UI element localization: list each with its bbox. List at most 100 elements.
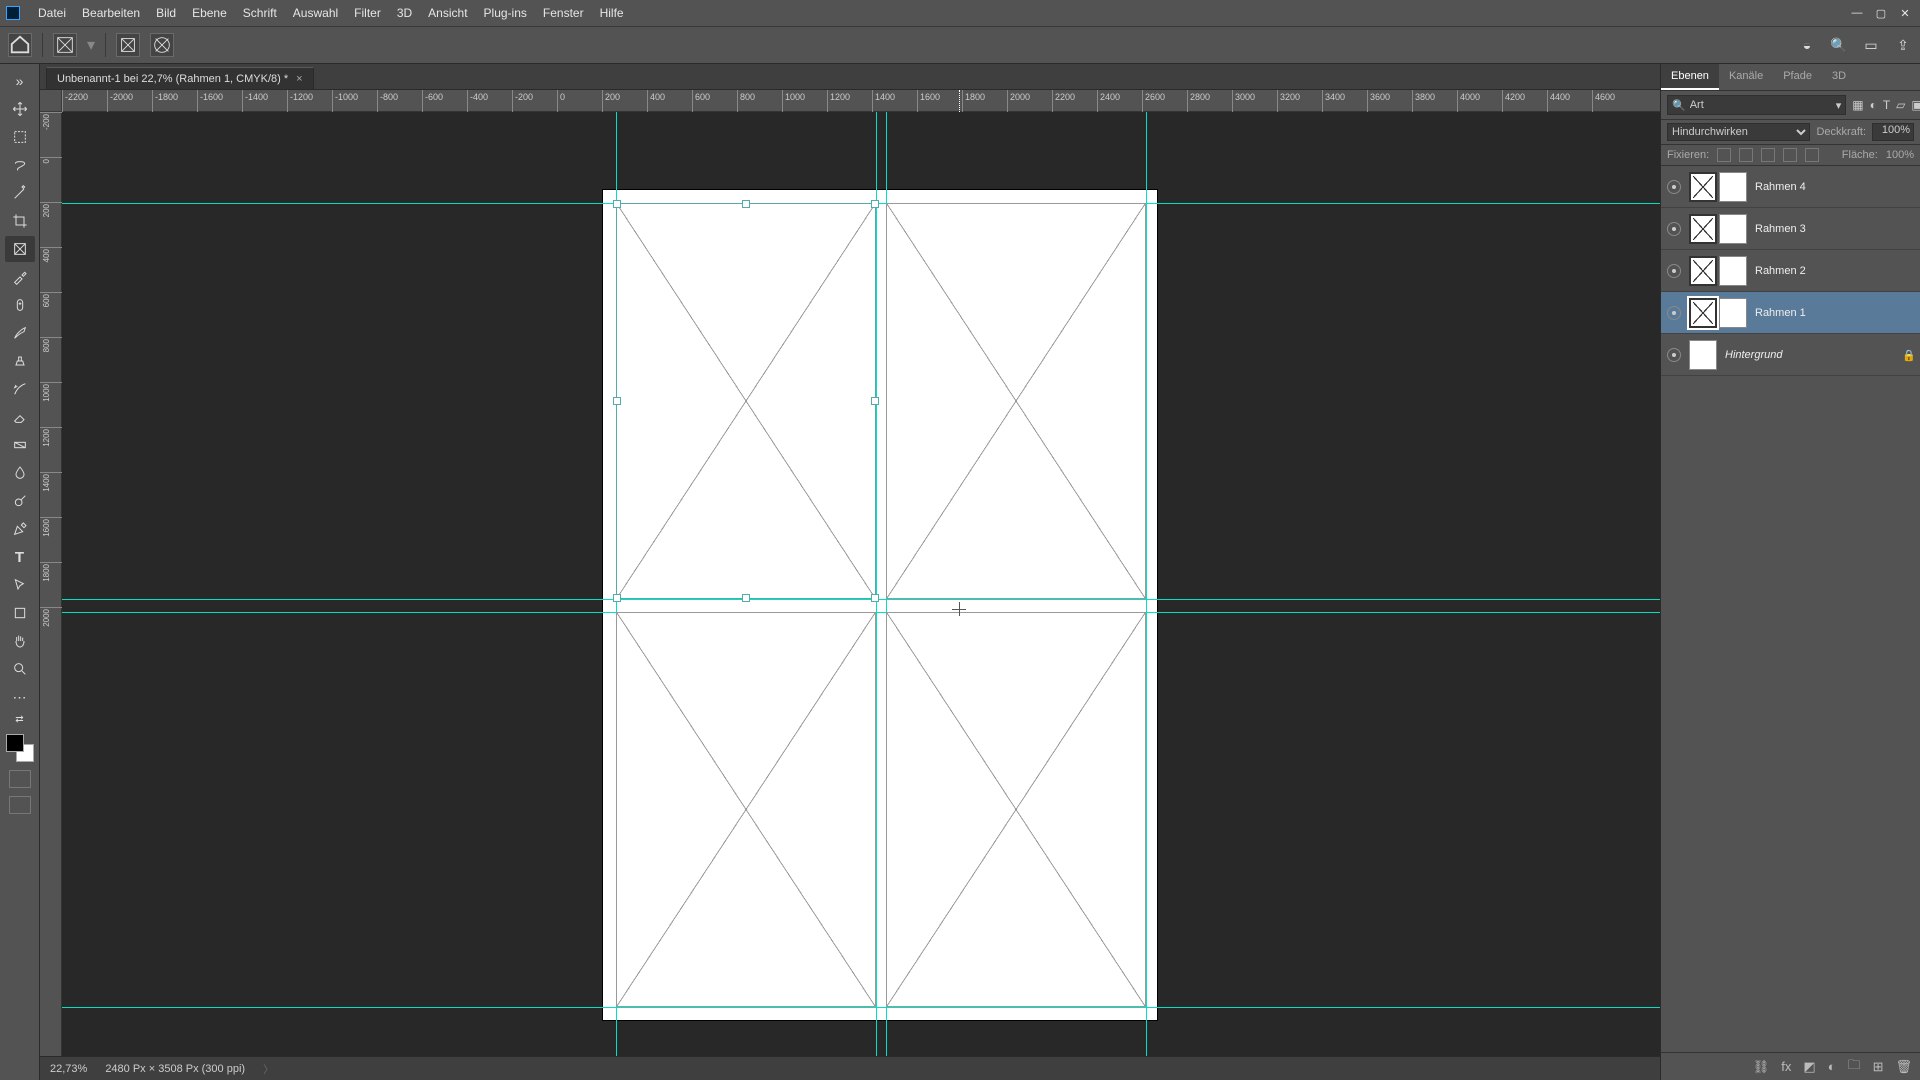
- layer-content-thumb[interactable]: [1719, 256, 1747, 286]
- lock-all-icon[interactable]: [1805, 148, 1819, 162]
- blend-mode-select[interactable]: Hindurchwirken: [1667, 123, 1810, 141]
- document-tab[interactable]: Unbenannt-1 bei 22,7% (Rahmen 1, CMYK/8)…: [46, 67, 314, 89]
- layer-row[interactable]: Rahmen 1: [1661, 292, 1920, 334]
- share-icon[interactable]: ⇪: [1894, 36, 1912, 54]
- viewport[interactable]: [62, 112, 1660, 1056]
- status-doc-info[interactable]: 2480 Px × 3508 Px (300 ppi): [105, 1063, 245, 1075]
- layer-name[interactable]: Rahmen 4: [1755, 181, 1914, 193]
- collapse-tools-icon[interactable]: »: [5, 68, 35, 94]
- foreground-background-colors[interactable]: [6, 734, 34, 762]
- guide-vertical[interactable]: [1146, 112, 1147, 1056]
- home-button[interactable]: [8, 33, 32, 57]
- panel-tab-pfade[interactable]: Pfade: [1773, 64, 1822, 90]
- vertical-ruler[interactable]: -200020040060080010001200140016001800200…: [40, 112, 62, 1056]
- menu-hilfe[interactable]: Hilfe: [592, 0, 632, 26]
- selection-handle[interactable]: [871, 594, 879, 602]
- layer-visibility-toggle[interactable]: [1667, 222, 1681, 236]
- layer-frame-thumb[interactable]: [1689, 256, 1717, 286]
- eyedropper-tool[interactable]: [5, 264, 35, 290]
- layer-frame-thumb[interactable]: [1689, 172, 1717, 202]
- status-more-icon[interactable]: 〉: [263, 1061, 274, 1077]
- opacity-value[interactable]: 100%: [1872, 123, 1914, 141]
- layer-group-icon[interactable]: 🗀: [1848, 1056, 1861, 1078]
- new-layer-icon[interactable]: ⊞: [1873, 1059, 1884, 1075]
- layer-content-thumb[interactable]: [1719, 172, 1747, 202]
- frame-ellipse-icon[interactable]: [150, 33, 174, 57]
- clone-stamp-tool[interactable]: [5, 348, 35, 374]
- guide-horizontal[interactable]: [62, 599, 1660, 600]
- gradient-tool[interactable]: [5, 432, 35, 458]
- layer-filter-dropdown[interactable]: 🔍 ▾: [1667, 95, 1846, 115]
- menu-filter[interactable]: Filter: [346, 0, 389, 26]
- layer-row[interactable]: Rahmen 4: [1661, 166, 1920, 208]
- frame-rect-icon[interactable]: [116, 33, 140, 57]
- crop-tool[interactable]: [5, 208, 35, 234]
- layer-visibility-toggle[interactable]: [1667, 264, 1681, 278]
- layer-name[interactable]: Rahmen 1: [1755, 307, 1914, 319]
- layer-row[interactable]: Rahmen 3: [1661, 208, 1920, 250]
- selection-handle[interactable]: [742, 200, 750, 208]
- layer-visibility-toggle[interactable]: [1667, 180, 1681, 194]
- layer-frame-thumb[interactable]: [1689, 298, 1717, 328]
- layer-row[interactable]: Rahmen 2: [1661, 250, 1920, 292]
- path-selection-tool[interactable]: [5, 572, 35, 598]
- selection-handle[interactable]: [871, 200, 879, 208]
- menu-schrift[interactable]: Schrift: [235, 0, 285, 26]
- window-maximize-button[interactable]: ▢: [1872, 6, 1890, 20]
- workspace-icon[interactable]: ▭: [1862, 36, 1880, 54]
- cloud-docs-icon[interactable]: ◒: [1798, 36, 1816, 54]
- eraser-tool[interactable]: [5, 404, 35, 430]
- brush-tool[interactable]: [5, 320, 35, 346]
- quickmask-toggle[interactable]: [9, 770, 31, 788]
- screenmode-toggle[interactable]: [9, 796, 31, 814]
- layer-frame-thumb[interactable]: [1689, 214, 1717, 244]
- delete-layer-icon[interactable]: 🗑: [1895, 1059, 1912, 1075]
- close-tab-icon[interactable]: ×: [296, 73, 302, 85]
- layer-name[interactable]: Rahmen 2: [1755, 265, 1914, 277]
- selection-handle[interactable]: [613, 397, 621, 405]
- menu-fenster[interactable]: Fenster: [535, 0, 592, 26]
- layer-mask-icon[interactable]: ◩: [1803, 1059, 1815, 1075]
- layer-content-thumb[interactable]: [1719, 298, 1747, 328]
- menu-3d[interactable]: 3D: [389, 0, 420, 26]
- lasso-tool[interactable]: [5, 152, 35, 178]
- layer-name[interactable]: Rahmen 3: [1755, 223, 1914, 235]
- menu-auswahl[interactable]: Auswahl: [285, 0, 346, 26]
- move-tool[interactable]: [5, 96, 35, 122]
- layer-row[interactable]: Hintergrund🔒: [1661, 334, 1920, 376]
- guide-vertical[interactable]: [876, 112, 877, 1056]
- status-zoom[interactable]: 22,73%: [50, 1063, 87, 1075]
- lock-nesting-icon[interactable]: [1783, 148, 1797, 162]
- filter-adjust-icon[interactable]: ◐: [1870, 97, 1877, 113]
- zoom-tool[interactable]: [5, 656, 35, 682]
- panel-tab-3d[interactable]: 3D: [1822, 64, 1856, 90]
- fill-value[interactable]: 100%: [1886, 149, 1914, 161]
- edit-toolbar-icon[interactable]: ⋯: [5, 684, 35, 710]
- hand-tool[interactable]: [5, 628, 35, 654]
- menu-bearbeiten[interactable]: Bearbeiten: [74, 0, 148, 26]
- dodge-tool[interactable]: [5, 488, 35, 514]
- type-tool[interactable]: T: [5, 544, 35, 570]
- search-icon[interactable]: 🔍: [1830, 36, 1848, 54]
- menu-bild[interactable]: Bild: [148, 0, 184, 26]
- layer-content-thumb[interactable]: [1719, 214, 1747, 244]
- blur-tool[interactable]: [5, 460, 35, 486]
- marquee-tool[interactable]: [5, 124, 35, 150]
- panel-tab-kanäle[interactable]: Kanäle: [1719, 64, 1773, 90]
- adjustment-layer-icon[interactable]: ◐: [1828, 1059, 1836, 1074]
- healing-brush-tool[interactable]: [5, 292, 35, 318]
- layer-name[interactable]: Hintergrund: [1725, 349, 1894, 361]
- shape-tool[interactable]: [5, 600, 35, 626]
- horizontal-ruler[interactable]: -2200-2000-1800-1600-1400-1200-1000-800-…: [62, 90, 1660, 112]
- layer-fx-icon[interactable]: fx: [1781, 1059, 1791, 1074]
- lock-transparency-icon[interactable]: [1717, 148, 1731, 162]
- ruler-origin[interactable]: [40, 90, 62, 112]
- lock-pixels-icon[interactable]: [1739, 148, 1753, 162]
- history-brush-tool[interactable]: [5, 376, 35, 402]
- menu-ebene[interactable]: Ebene: [184, 0, 235, 26]
- frame-placeholder[interactable]: [616, 612, 876, 1007]
- frame-placeholder[interactable]: [886, 203, 1146, 599]
- frame-tool[interactable]: [5, 236, 35, 262]
- layer-visibility-toggle[interactable]: [1667, 306, 1681, 320]
- frame-placeholder[interactable]: [886, 612, 1146, 1007]
